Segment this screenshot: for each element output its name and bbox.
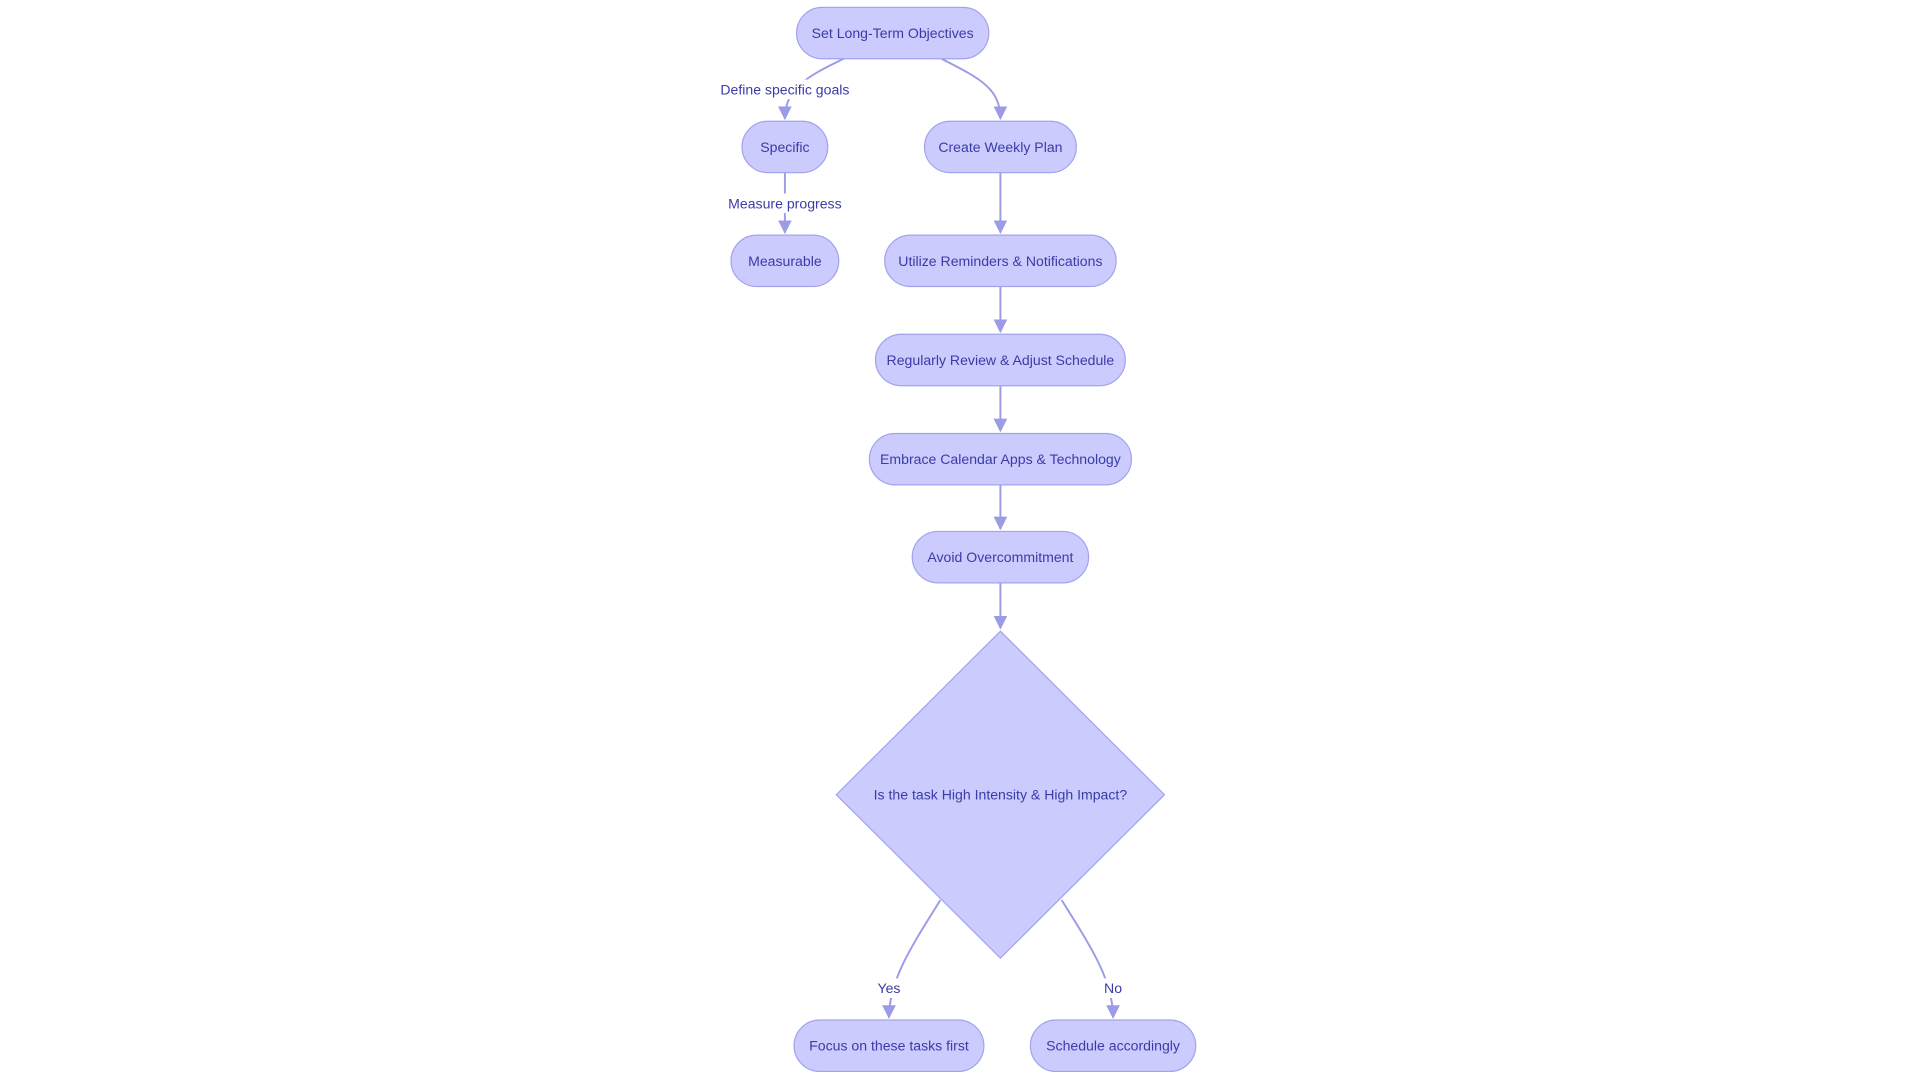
node-decision[interactable]: Is the task High Intensity & High Impact… (835, 630, 1166, 960)
node-label: Utilize Reminders & Notifications (898, 253, 1102, 269)
nodes-layer: Set Long-Term Objectives Specific Create W… (730, 6, 1197, 1073)
node-objectives[interactable]: Set Long-Term Objectives (795, 6, 990, 60)
node-weekly[interactable]: Create Weekly Plan (923, 120, 1077, 174)
node-label: Create Weekly Plan (938, 139, 1062, 155)
edge-label: Define specific goals (720, 81, 849, 97)
node-label: Avoid Overcommitment (927, 549, 1073, 565)
node-focus[interactable]: Focus on these tasks first (793, 1019, 985, 1073)
node-specific[interactable]: Specific (741, 120, 829, 174)
edge-label: No (1104, 980, 1122, 996)
edge-objectives-to-weekly (941, 57, 1008, 121)
flowchart-canvas: Define specific goals Measure progress Yes… (702, 6, 1197, 1073)
edge-decision-to-schedule (1060, 899, 1120, 1019)
edge-label: Yes (877, 980, 900, 996)
node-label: Embrace Calendar Apps & Technology (880, 451, 1122, 467)
node-reminders[interactable]: Utilize Reminders & Notifications (884, 234, 1117, 288)
node-review[interactable]: Regularly Review & Adjust Schedule (874, 333, 1126, 387)
edge-decision-to-focus (882, 899, 942, 1019)
node-label: Set Long-Term Objectives (812, 25, 974, 41)
node-label: Regularly Review & Adjust Schedule (887, 352, 1115, 368)
node-apps[interactable]: Embrace Calendar Apps & Technology (868, 432, 1133, 486)
node-label: Measurable (748, 253, 822, 269)
node-label: Focus on these tasks first (809, 1038, 969, 1054)
node-measurable[interactable]: Measurable (730, 234, 840, 288)
edge-label: Measure progress (728, 195, 841, 211)
node-avoid[interactable]: Avoid Overcommitment (911, 530, 1090, 584)
node-schedule[interactable]: Schedule accordingly (1029, 1019, 1197, 1073)
node-label: Is the task High Intensity & High Impact… (874, 787, 1128, 803)
node-label: Schedule accordingly (1046, 1038, 1181, 1054)
node-label: Specific (760, 139, 809, 155)
